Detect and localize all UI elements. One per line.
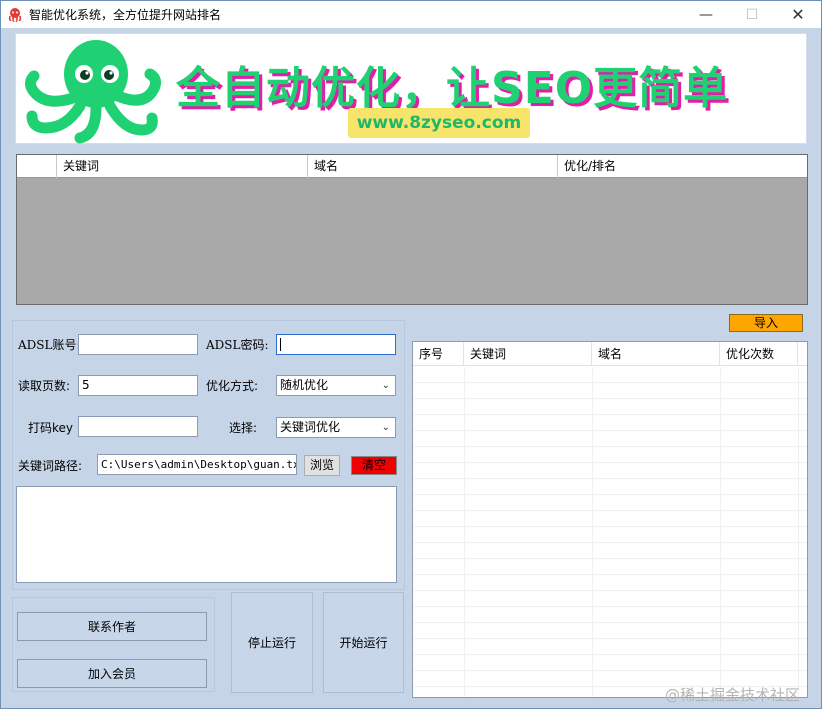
adsl-account-input[interactable] — [78, 334, 198, 355]
watermark: @稀土掘金技术社区 — [665, 686, 801, 704]
optimize-mode-value: 随机优化 — [280, 378, 329, 392]
import-button[interactable]: 导入 — [729, 314, 803, 332]
chevron-down-icon: ⌄ — [381, 380, 390, 391]
keyword-grid-col-keyword[interactable]: 关键词 — [57, 155, 308, 178]
result-grid-body — [413, 367, 807, 697]
octopus-icon — [25, 40, 161, 144]
read-pages-input[interactable]: 5 — [78, 375, 198, 396]
result-grid-col-count[interactable]: 优化次数 — [720, 342, 798, 366]
start-run-button[interactable]: 开始运行 — [323, 592, 404, 693]
contact-author-button[interactable]: 联系作者 — [17, 612, 207, 641]
clear-button[interactable]: 清空 — [351, 456, 397, 475]
banner-url[interactable]: www.8zyseo.com — [348, 108, 530, 138]
keyword-grid-col-select[interactable] — [17, 155, 57, 178]
minimize-icon[interactable]: — — [683, 1, 729, 28]
result-grid-col-keyword[interactable]: 关键词 — [464, 342, 592, 366]
result-grid-divider — [592, 367, 593, 697]
promo-banner: 全自动优化，让SEO更简单 www.8zyseo.com — [15, 33, 807, 144]
minimize-glyph: — — [699, 6, 713, 23]
octopus-app-icon — [8, 7, 22, 22]
keyword-grid-col-domain[interactable]: 域名 — [308, 155, 558, 178]
select-label: 选择: — [229, 421, 258, 435]
adsl-account-label: ADSL账号: — [18, 338, 81, 352]
keyword-grid-header: 关键词 域名 优化/排名 — [17, 155, 807, 178]
result-grid-header: 序号 关键词 域名 优化次数 — [413, 342, 807, 366]
window-title: 智能优化系统，全方位提升网站排名 — [29, 8, 222, 22]
result-grid-divider — [798, 367, 799, 697]
close-icon[interactable]: ✕ — [775, 1, 821, 28]
target-select[interactable]: 关键词优化 ⌄ — [276, 417, 396, 438]
adsl-password-input[interactable] — [276, 334, 396, 355]
close-glyph: ✕ — [791, 5, 805, 24]
optimize-mode-label: 优化方式: — [206, 379, 259, 393]
captcha-key-label: 打码key — [28, 421, 74, 435]
target-select-value: 关键词优化 — [280, 420, 341, 434]
maximize-glyph: ☐ — [745, 6, 759, 23]
result-grid-col-domain[interactable]: 域名 — [592, 342, 720, 366]
chevron-down-icon: ⌄ — [381, 422, 390, 433]
result-grid-col-index[interactable]: 序号 — [413, 342, 464, 366]
adsl-password-label: ADSL密码: — [206, 338, 269, 352]
captcha-key-input[interactable] — [78, 416, 198, 437]
join-member-button[interactable]: 加入会员 — [17, 659, 207, 688]
browse-button[interactable]: 浏览 — [304, 455, 340, 476]
stop-run-button[interactable]: 停止运行 — [231, 592, 313, 693]
app-window: 智能优化系统，全方位提升网站排名 — ☐ ✕ 全自动优化，让SEO更简单 www… — [0, 0, 822, 709]
log-output[interactable] — [16, 486, 397, 583]
title-bar: 智能优化系统，全方位提升网站排名 — ☐ ✕ — [1, 1, 821, 28]
result-grid[interactable]: 序号 关键词 域名 优化次数 — [412, 341, 808, 698]
keyword-grid[interactable]: 关键词 域名 优化/排名 — [16, 154, 808, 305]
keyword-grid-col-rank[interactable]: 优化/排名 — [558, 155, 807, 178]
read-pages-label: 读取页数: — [18, 379, 71, 393]
text-caret — [280, 338, 281, 351]
result-grid-divider — [464, 367, 465, 697]
keyword-path-input[interactable]: C:\Users\admin\Desktop\guan.txt — [97, 454, 297, 475]
keyword-path-label: 关键词路径: — [18, 459, 83, 473]
maximize-icon[interactable]: ☐ — [729, 1, 775, 28]
banner-slogan: 全自动优化，让SEO更简单 — [176, 63, 729, 114]
optimize-mode-select[interactable]: 随机优化 ⌄ — [276, 375, 396, 396]
result-grid-divider — [720, 367, 721, 697]
